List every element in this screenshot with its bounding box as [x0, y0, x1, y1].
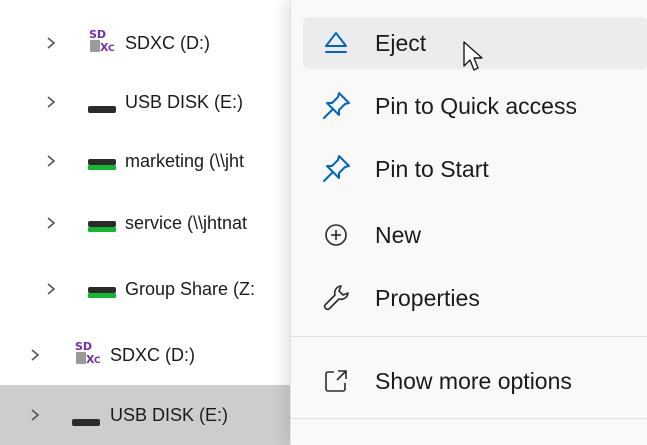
network-drive-icon	[88, 217, 116, 238]
chevron-right-icon[interactable]	[28, 408, 42, 422]
network-drive-icon	[88, 155, 116, 176]
tree-item-label: service (\\jhtnat	[125, 212, 248, 233]
tree-item-group-share[interactable]: Group Share (Z:	[0, 259, 300, 319]
menu-separator	[291, 336, 647, 337]
chevron-right-icon[interactable]	[44, 216, 58, 230]
svg-text:SD: SD	[89, 28, 106, 41]
chevron-right-icon[interactable]	[44, 154, 58, 168]
menu-item-new[interactable]: New	[303, 209, 647, 261]
sd-card-icon: SD X C	[72, 339, 102, 372]
menu-item-label: Show more options	[375, 367, 572, 394]
chevron-right-icon[interactable]	[28, 348, 42, 362]
tree-item-label: USB DISK (E:)	[110, 404, 229, 425]
tree-item-sdxc-d[interactable]: SD X C SDXC (D:)	[0, 325, 300, 385]
svg-text:C: C	[108, 44, 115, 54]
open-external-icon	[319, 364, 353, 398]
tree-item-label: SDXC (D:)	[125, 32, 210, 53]
tree-item-label: marketing (\\jht	[125, 150, 245, 171]
svg-text:C: C	[94, 356, 101, 366]
chevron-right-icon[interactable]	[44, 282, 58, 296]
tree-item-service[interactable]: service (\\jhtnat	[0, 193, 300, 253]
network-drive-icon	[88, 283, 116, 304]
tree-item-label: SDXC (D:)	[110, 344, 195, 365]
svg-text:SD: SD	[75, 340, 92, 353]
eject-icon	[319, 26, 353, 60]
wrench-icon	[319, 281, 353, 315]
menu-item-properties[interactable]: Properties	[303, 272, 647, 324]
mouse-cursor-icon	[462, 40, 488, 74]
pin-icon	[319, 152, 353, 186]
tree-item-label: Group Share (Z:	[125, 278, 256, 299]
menu-item-label: Eject	[375, 29, 427, 56]
menu-item-show-more-options[interactable]: Show more options	[303, 355, 647, 407]
tree-item-marketing[interactable]: marketing (\\jht	[0, 131, 300, 191]
menu-item-label: New	[375, 221, 422, 248]
usb-drive-icon	[72, 411, 100, 432]
menu-item-label: Pin to Start	[375, 155, 489, 182]
usb-drive-icon	[88, 98, 116, 119]
menu-item-label: Pin to Quick access	[375, 92, 577, 119]
tree-item-sdxc-d[interactable]: SD X C SDXC (D:)	[0, 13, 300, 73]
plus-circle-icon	[319, 218, 353, 252]
menu-item-label: Properties	[375, 284, 480, 311]
chevron-right-icon[interactable]	[44, 36, 58, 50]
menu-item-pin-quick-access[interactable]: Pin to Quick access	[303, 80, 647, 132]
tree-item-label: USB DISK (E:)	[125, 91, 244, 112]
tree-item-usb-disk-e[interactable]: USB DISK (E:)	[0, 72, 300, 132]
chevron-right-icon[interactable]	[44, 95, 58, 109]
menu-separator	[291, 418, 647, 419]
tree-item-usb-disk-e-selected[interactable]: USB DISK (E:)	[0, 385, 292, 445]
menu-item-pin-start[interactable]: Pin to Start	[303, 143, 647, 195]
navigation-pane: SD X C SDXC (D:) USB DISK (E:) marketing…	[0, 0, 300, 445]
pin-icon	[319, 89, 353, 123]
sd-card-icon: SD X C	[86, 27, 116, 60]
